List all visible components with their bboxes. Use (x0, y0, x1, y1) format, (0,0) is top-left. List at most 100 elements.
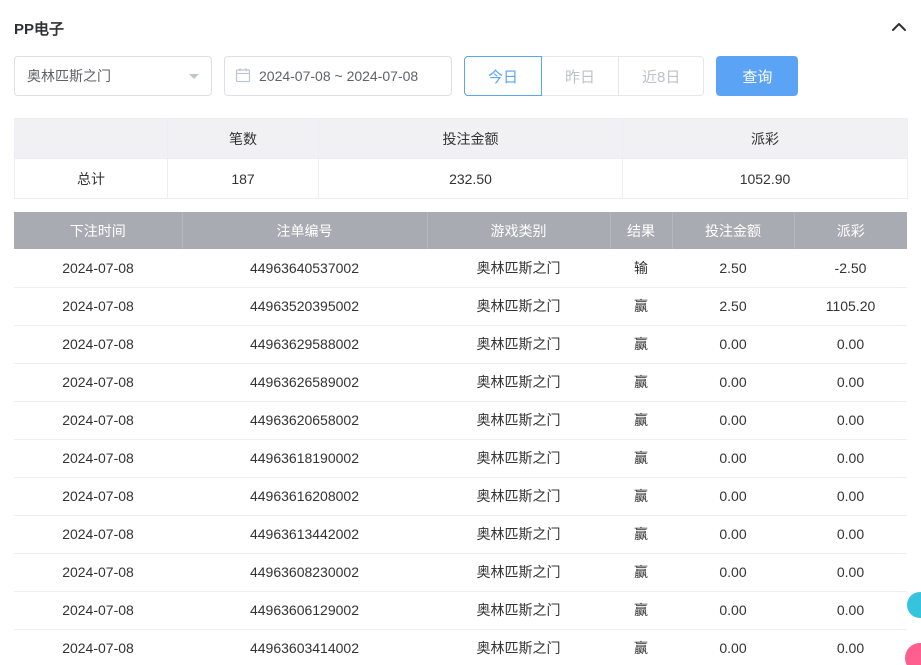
filter-toolbar: 奥林匹斯之门 2024-07-08 ~ 2024-07-08 今日 昨日 近8日… (14, 56, 907, 96)
game-select[interactable]: 奥林匹斯之门 (14, 56, 212, 96)
payout: 1105.20 (794, 287, 907, 325)
panel-header: PP电子 (14, 0, 907, 56)
collapse-panel-button[interactable] (891, 20, 907, 37)
summary-header-empty (15, 119, 168, 159)
game-type: 奥林匹斯之门 (427, 401, 610, 439)
bet-id: 44963640537002 (182, 249, 427, 287)
result: 赢 (610, 515, 672, 553)
payout: 0.00 (794, 553, 907, 591)
bet-amount: 2.50 (672, 249, 794, 287)
result: 输 (610, 249, 672, 287)
bet-time: 2024-07-08 (14, 401, 182, 439)
game-type: 奥林匹斯之门 (427, 325, 610, 363)
bet-time: 2024-07-08 (14, 591, 182, 629)
table-header-row: 下注时间 注单编号 游戏类别 结果 投注金额 派彩 (14, 212, 907, 249)
game-type: 奥林匹斯之门 (427, 515, 610, 553)
bet-id: 44963608230002 (182, 553, 427, 591)
bet-amount: 0.00 (672, 515, 794, 553)
header-result: 结果 (610, 212, 672, 249)
chevron-up-icon (891, 20, 907, 37)
bet-id: 44963520395002 (182, 287, 427, 325)
bet-id: 44963616208002 (182, 477, 427, 515)
payout: 0.00 (794, 591, 907, 629)
table-row: 2024-07-08 44963616208002 奥林匹斯之门 赢 0.00 … (14, 477, 907, 515)
bet-amount: 0.00 (672, 363, 794, 401)
payout: 0.00 (794, 401, 907, 439)
payout: 0.00 (794, 629, 907, 665)
pp-electronic-panel: PP电子 奥林匹斯之门 2024-07-08 ~ 2024-07-08 (0, 0, 921, 665)
date-range-value: 2024-07-08 ~ 2024-07-08 (259, 68, 418, 84)
result: 赢 (610, 553, 672, 591)
summary-total-payout: 1052.90 (623, 159, 908, 199)
result: 赢 (610, 439, 672, 477)
bet-time: 2024-07-08 (14, 249, 182, 287)
payout: 0.00 (794, 363, 907, 401)
bet-amount: 2.50 (672, 287, 794, 325)
calendar-icon (235, 67, 251, 86)
table-row: 2024-07-08 44963520395002 奥林匹斯之门 赢 2.50 … (14, 287, 907, 325)
payout: 0.00 (794, 515, 907, 553)
game-type: 奥林匹斯之门 (427, 591, 610, 629)
table-row: 2024-07-08 44963603414002 奥林匹斯之门 赢 0.00 … (14, 629, 907, 665)
summary-header-count: 笔数 (168, 119, 319, 159)
table-row: 2024-07-08 44963640537002 奥林匹斯之门 输 2.50 … (14, 249, 907, 287)
last-8-days-button[interactable]: 近8日 (618, 56, 704, 96)
bet-time: 2024-07-08 (14, 287, 182, 325)
bet-amount: 0.00 (672, 401, 794, 439)
table-row: 2024-07-08 44963613442002 奥林匹斯之门 赢 0.00 … (14, 515, 907, 553)
bet-amount: 0.00 (672, 477, 794, 515)
date-range-input[interactable]: 2024-07-08 ~ 2024-07-08 (224, 56, 452, 96)
game-type: 奥林匹斯之门 (427, 477, 610, 515)
summary-table: 笔数 投注金额 派彩 总计 187 232.50 1052.90 (14, 118, 908, 199)
payout: -2.50 (794, 249, 907, 287)
table-row: 2024-07-08 44963606129002 奥林匹斯之门 赢 0.00 … (14, 591, 907, 629)
game-type: 奥林匹斯之门 (427, 249, 610, 287)
table-row: 2024-07-08 44963620658002 奥林匹斯之门 赢 0.00 … (14, 401, 907, 439)
bet-time: 2024-07-08 (14, 363, 182, 401)
bet-id: 44963603414002 (182, 629, 427, 665)
result: 赢 (610, 287, 672, 325)
table-row: 2024-07-08 44963618190002 奥林匹斯之门 赢 0.00 … (14, 439, 907, 477)
bet-records-table: 下注时间 注单编号 游戏类别 结果 投注金额 派彩 2024-07-08 449… (14, 212, 907, 665)
result: 赢 (610, 363, 672, 401)
header-payout: 派彩 (794, 212, 907, 249)
summary-header-payout: 派彩 (623, 119, 908, 159)
header-game-type: 游戏类别 (427, 212, 610, 249)
result: 赢 (610, 591, 672, 629)
bet-amount: 0.00 (672, 325, 794, 363)
quick-date-button-group: 今日 昨日 近8日 (464, 56, 704, 96)
bet-time: 2024-07-08 (14, 439, 182, 477)
payout: 0.00 (794, 325, 907, 363)
query-button[interactable]: 查询 (716, 56, 798, 96)
bet-id: 44963618190002 (182, 439, 427, 477)
bet-time: 2024-07-08 (14, 515, 182, 553)
payout: 0.00 (794, 439, 907, 477)
chevron-down-icon (189, 74, 199, 84)
bet-id: 44963606129002 (182, 591, 427, 629)
bet-time: 2024-07-08 (14, 629, 182, 665)
game-type: 奥林匹斯之门 (427, 287, 610, 325)
result: 赢 (610, 401, 672, 439)
header-bet-id: 注单编号 (182, 212, 427, 249)
yesterday-button[interactable]: 昨日 (541, 56, 619, 96)
summary-header-bet-amount: 投注金额 (319, 119, 623, 159)
bet-amount: 0.00 (672, 591, 794, 629)
summary-header-row: 笔数 投注金额 派彩 (15, 119, 908, 159)
bet-time: 2024-07-08 (14, 477, 182, 515)
page-title: PP电子 (14, 18, 64, 39)
table-row: 2024-07-08 44963629588002 奥林匹斯之门 赢 0.00 … (14, 325, 907, 363)
bet-id: 44963620658002 (182, 401, 427, 439)
game-select-value: 奥林匹斯之门 (27, 66, 111, 86)
result: 赢 (610, 477, 672, 515)
bet-time: 2024-07-08 (14, 325, 182, 363)
summary-total-count: 187 (168, 159, 319, 199)
table-row: 2024-07-08 44963608230002 奥林匹斯之门 赢 0.00 … (14, 553, 907, 591)
payout: 0.00 (794, 477, 907, 515)
today-button[interactable]: 今日 (464, 56, 542, 96)
game-type: 奥林匹斯之门 (427, 553, 610, 591)
summary-total-row: 总计 187 232.50 1052.90 (15, 159, 908, 199)
result: 赢 (610, 629, 672, 665)
summary-total-label: 总计 (15, 159, 168, 199)
game-type: 奥林匹斯之门 (427, 363, 610, 401)
table-row: 2024-07-08 44963626589002 奥林匹斯之门 赢 0.00 … (14, 363, 907, 401)
